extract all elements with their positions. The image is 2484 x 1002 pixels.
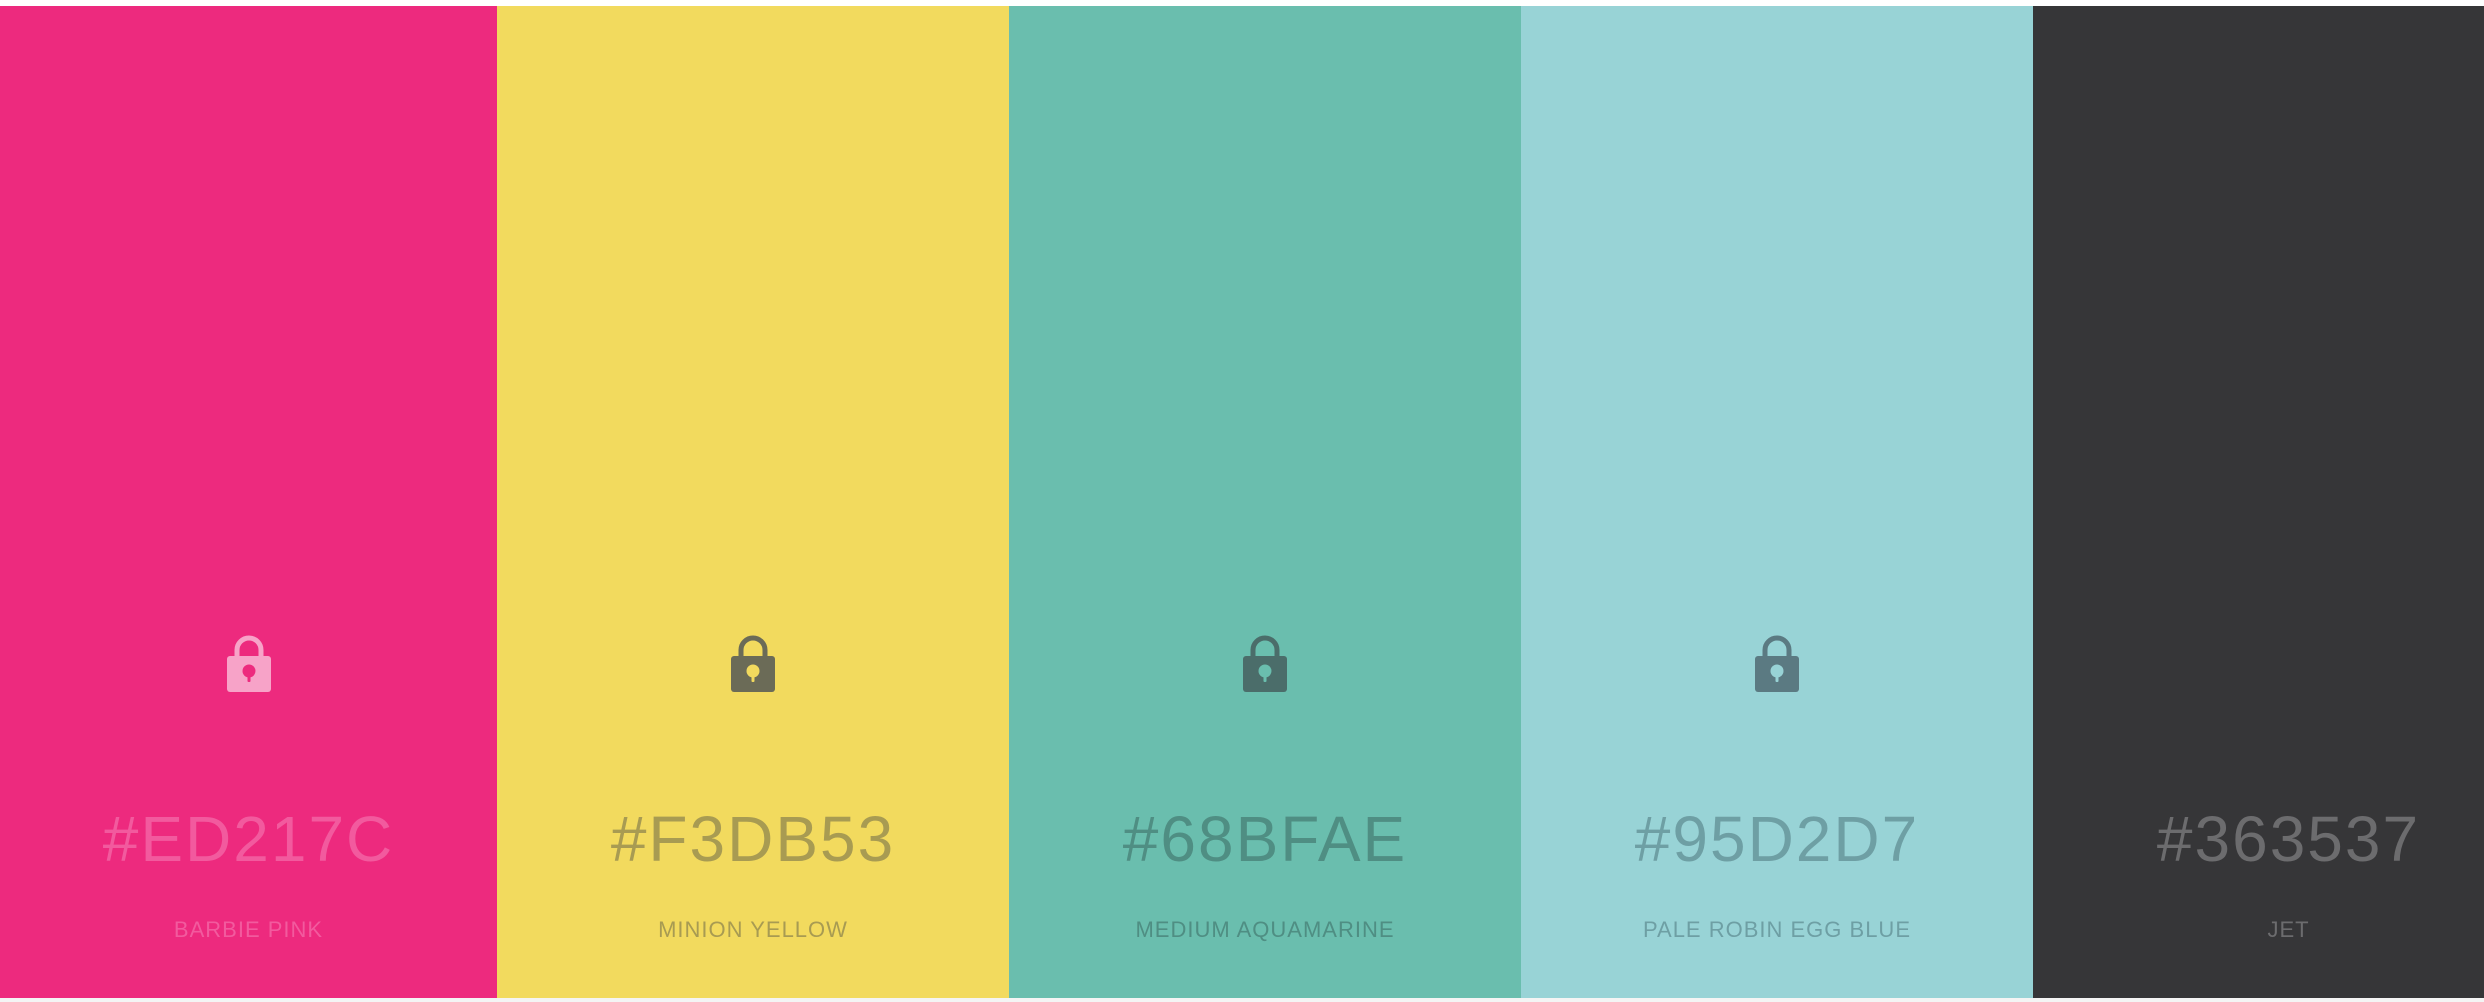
swatch-barbie-pink[interactable]: #ED217C BARBIE PINK	[0, 6, 497, 1002]
color-name: MINION YELLOW	[658, 917, 848, 942]
color-name: PALE ROBIN EGG BLUE	[1642, 917, 1911, 942]
swatch-medium-aquamarine[interactable]: #68BFAE MEDIUM AQUAMARINE	[1009, 6, 1521, 1002]
color-palette: #ED217C BARBIE PINK #F3DB53 MINION YELLO…	[0, 6, 2484, 1002]
swatch-minion-yellow[interactable]: #F3DB53 MINION YELLOW	[497, 6, 1009, 1002]
lock-icon[interactable]	[225, 632, 273, 694]
lock-icon[interactable]	[1753, 632, 1801, 694]
hex-code[interactable]: #363537	[2093, 801, 2484, 877]
hex-code[interactable]: #95D2D7	[1521, 801, 2033, 877]
bottom-edge	[0, 998, 2484, 1002]
color-name: JET	[2267, 917, 2310, 942]
color-name: BARBIE PINK	[173, 917, 324, 942]
lock-icon[interactable]	[1241, 632, 1289, 694]
lock-icon[interactable]	[729, 632, 777, 694]
swatch-pale-robin-egg-blue[interactable]: #95D2D7 PALE ROBIN EGG BLUE	[1521, 6, 2033, 1002]
hex-code[interactable]: #F3DB53	[497, 801, 1009, 877]
hex-code[interactable]: #ED217C	[0, 801, 497, 877]
color-name: MEDIUM AQUAMARINE	[1135, 917, 1395, 942]
hex-code[interactable]: #68BFAE	[1009, 801, 1521, 877]
swatch-jet[interactable]: #363537 JET	[2033, 6, 2484, 1002]
